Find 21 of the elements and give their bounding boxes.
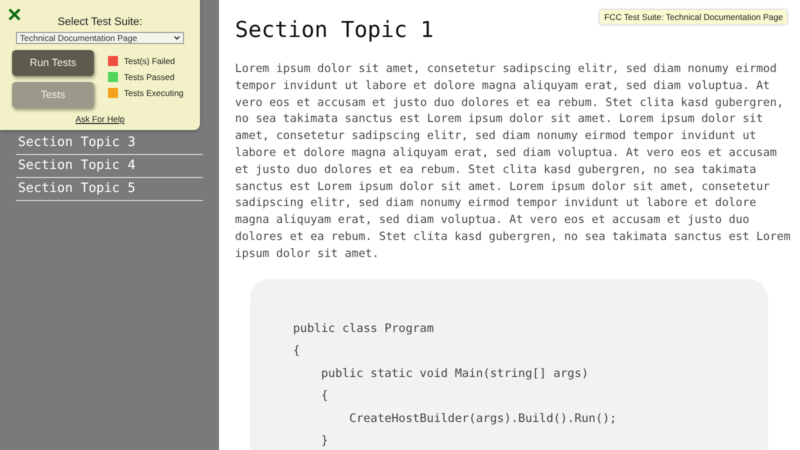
code-line: CreateHostBuilder(args).Build().Run(); [348, 410, 618, 427]
code-line: public class Program [293, 320, 435, 337]
code-line: { [293, 342, 302, 360]
sidebar-link[interactable]: Section Topic 5 [16, 178, 203, 201]
sidebar-link[interactable]: Section Topic 3 [16, 132, 203, 155]
help-link[interactable]: Ask For Help [75, 114, 125, 124]
sidebar-link[interactable]: Section Topic 4 [16, 155, 203, 178]
tooltip: FCC Test Suite: Technical Documentation Page [600, 10, 787, 24]
legend-label: Test(s) Failed [124, 56, 176, 66]
chevron-icon [174, 36, 180, 40]
suite-select[interactable]: Technical Documentation Page [16, 32, 184, 44]
tests-button[interactable]: Tests [12, 82, 94, 108]
panel-title: Select Test Suite: [58, 16, 142, 28]
run-tests-button[interactable]: Run Tests [12, 50, 94, 76]
code-line: } [320, 432, 330, 450]
code-line: public static void Main(string[] args) [320, 364, 590, 382]
section-paragraph: Lorem ipsum dolor sit amet, consetetur sadipscing elitr, sed diam nonumy eirmod tempor invidunt ut labore et dolore magna aliquyam erat, sed diam voluptua. At vero eos et accusam et justo duo dolores et ea rebum. Stet clita kasd gubergren, no sea takimata sanctus est Lorem ipsum dolor sit amet. Lorem ipsum dolor sit amet, consetetur sadipscing elitr, sed diam nonumy eirmod tempor invidunt ut labore et dolore magna aliquyam erat, sed diam voluptua. At vero eos et accusam et justo duo dolores et ea rebum. Stet clita kasd gubergren, no sea takimata sanctus est Lorem ipsum dolor sit amet. Lorem ipsum dolor sit amet, consetetur sadipscing elitr, sed diam nonumy eirmod tempor invidunt ut labore et dolore magna aliquyam erat, sed diam voluptua. At vero eos et accusam et justo duo dolores et ea rebum. Stet clita kasd gubergren, no sea takimata sanctus est Lorem ipsum dolor sit amet. [235, 60, 792, 262]
code-line: { [320, 387, 330, 404]
legend-label: Tests Passed [124, 72, 175, 82]
legend-label: Tests Executing [124, 88, 184, 98]
close-icon[interactable] [8, 8, 21, 21]
